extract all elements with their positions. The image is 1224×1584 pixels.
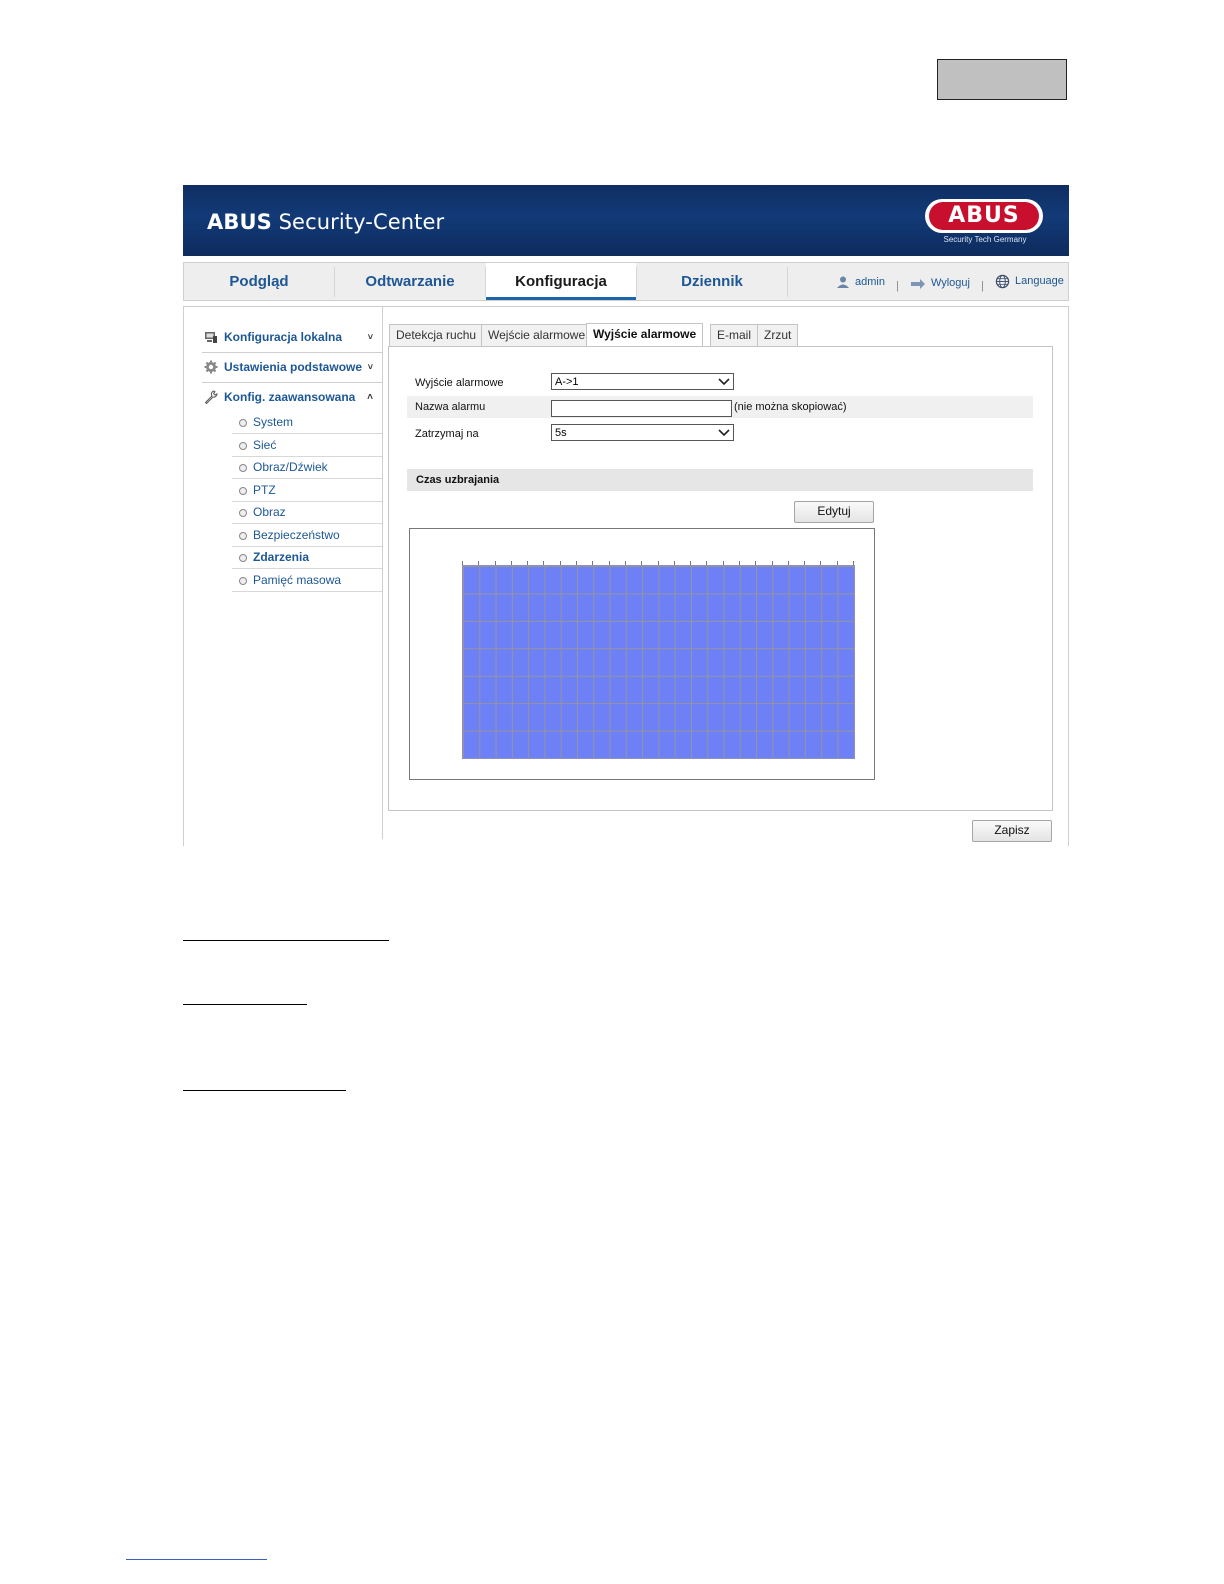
sidebar-section-local[interactable]: Konfiguracja lokalna ˅ [202, 323, 382, 353]
chevron-down-icon [718, 429, 730, 437]
config-panel: Konfiguracja lokalna ˅ Ustawienia podsta… [183, 306, 1069, 846]
tab-email[interactable]: E-mail [710, 324, 759, 346]
bullet-icon [239, 487, 247, 495]
sidebar-item-events[interactable]: Zdarzenia [232, 546, 382, 569]
sidebar-item-ptz[interactable]: PTZ [232, 479, 382, 502]
app-title: ABUS Security-Center [207, 210, 445, 234]
hold-label: Zatrzymaj na [415, 428, 479, 440]
sidebar-item-image[interactable]: Obraz [232, 501, 382, 524]
sidebar-item-network[interactable]: Sieć [232, 434, 382, 457]
tab-motion-detection[interactable]: Detekcja ruchu [389, 324, 484, 346]
bullet-icon [239, 464, 247, 472]
bullet-icon [239, 577, 247, 585]
sidebar-section-advanced[interactable]: Konfig. zaawansowana ˄ [202, 383, 382, 412]
chevron-up-icon: ˄ [367, 392, 373, 403]
hold-duration-select[interactable]: 5s [551, 424, 734, 441]
bullet-icon [239, 509, 247, 517]
bullet-icon [239, 532, 247, 540]
tab-konfiguracja[interactable]: Konfiguracja [486, 263, 636, 300]
alarm-name-input[interactable] [551, 400, 732, 417]
logout-link[interactable]: Wyloguj [910, 265, 970, 302]
computer-icon [205, 332, 217, 343]
language-link[interactable]: Language [995, 263, 1064, 300]
sidebar-item-storage[interactable]: Pamięć masowa [232, 569, 382, 592]
bullet-icon [239, 442, 247, 450]
edit-button[interactable]: Edytuj [794, 501, 874, 523]
sidebar-item-security[interactable]: Bezpieczeństwo [232, 524, 382, 547]
underline-1 [183, 940, 389, 941]
sidebar-divider [382, 307, 383, 839]
tab-dziennik[interactable]: Dziennik [637, 263, 787, 300]
chevron-down-icon [718, 378, 730, 386]
wrench-icon [204, 390, 218, 404]
underline-3 [183, 1090, 346, 1091]
output-label: Wyjście alarmowe [415, 377, 504, 389]
alarm-output-form: Wyjście alarmowe A->1 Nazwa alarmu (nie … [388, 346, 1053, 811]
page-number-box [937, 59, 1067, 100]
alarm-name-label: Nazwa alarmu [415, 401, 486, 413]
arming-schedule-header: Czas uzbrajania [407, 469, 1033, 491]
tab-alarm-output[interactable]: Wyjście alarmowe [586, 323, 704, 347]
globe-icon [995, 274, 1010, 289]
chevron-down-icon: ˅ [367, 332, 373, 342]
save-button[interactable]: Zapisz [972, 820, 1052, 842]
tab-snapshot[interactable]: Zrzut [757, 324, 799, 346]
footnote-rule [126, 1559, 267, 1560]
alarm-name-note: (nie można skopiować) [734, 401, 847, 413]
gear-icon [204, 360, 218, 374]
abus-logo: ABUS Security Tech Germany [923, 199, 1047, 247]
tab-alarm-input[interactable]: Wejście alarmowe [481, 324, 593, 346]
chevron-down-icon: ˅ [367, 362, 373, 372]
underline-2 [183, 1004, 307, 1005]
bullet-icon [239, 419, 247, 427]
logout-icon [910, 279, 925, 289]
user-icon [837, 276, 849, 288]
schedule-grid[interactable] [462, 565, 855, 759]
user-toolbar: admin | Wyloguj | Language [836, 263, 1070, 300]
header-banner: ABUS Security-Center ABUS Security Tech … [183, 185, 1069, 256]
tab-podglad[interactable]: Podgląd [184, 263, 334, 300]
alarm-output-select[interactable]: A->1 [551, 373, 734, 390]
sidebar-item-system[interactable]: System [232, 411, 382, 434]
admin-link[interactable]: admin [836, 264, 885, 301]
sidebar-section-basic[interactable]: Ustawienia podstawowe ˅ [202, 353, 382, 383]
main-nav: Podgląd Odtwarzanie Konfiguracja Dzienni… [183, 262, 1069, 301]
tab-odtwarzanie[interactable]: Odtwarzanie [335, 263, 485, 300]
sidebar-item-video-audio[interactable]: Obraz/Dźwiek [232, 456, 382, 479]
app-window: ABUS Security-Center ABUS Security Tech … [183, 185, 1069, 846]
bullet-icon [239, 554, 247, 562]
schedule-frame [409, 528, 875, 780]
